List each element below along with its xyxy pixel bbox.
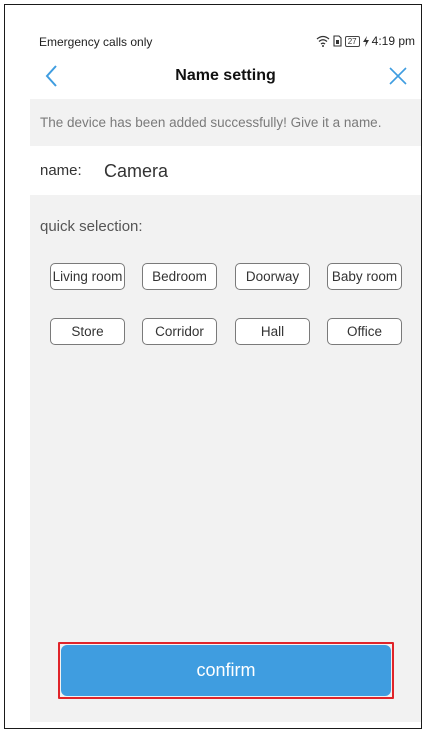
confirm-button[interactable]: confirm [61, 645, 391, 696]
name-row: name: [30, 146, 421, 195]
charging-icon [362, 35, 369, 47]
success-message: The device has been added successfully! … [40, 115, 382, 130]
sim-icon [333, 35, 342, 47]
status-icons: 27 4:19 pm [316, 34, 415, 48]
screen: Emergency calls only 27 4:19 pm Name set… [30, 29, 421, 722]
quick-option-store[interactable]: Store [50, 318, 125, 345]
quick-option-living-room[interactable]: Living room [50, 263, 125, 290]
battery-icon: 27 [344, 35, 360, 47]
device-frame: Emergency calls only 27 4:19 pm Name set… [4, 4, 422, 729]
nav-bar: Name setting [30, 55, 421, 99]
quick-option-baby-room[interactable]: Baby room [327, 263, 402, 290]
status-bar: Emergency calls only 27 4:19 pm [30, 29, 421, 55]
close-icon[interactable] [387, 65, 409, 87]
page-title: Name setting [175, 67, 276, 84]
name-input[interactable] [104, 157, 404, 185]
quick-option-office[interactable]: Office [327, 318, 402, 345]
clock: 4:19 pm [371, 34, 415, 48]
quick-option-hall[interactable]: Hall [235, 318, 310, 345]
quick-option-doorway[interactable]: Doorway [235, 263, 310, 290]
wifi-icon [316, 35, 330, 47]
quick-option-corridor[interactable]: Corridor [142, 318, 217, 345]
quick-option-bedroom[interactable]: Bedroom [142, 263, 217, 290]
carrier-status: Emergency calls only [39, 35, 153, 49]
name-label: name: [40, 162, 82, 179]
quick-selection-label: quick selection: [40, 218, 143, 235]
